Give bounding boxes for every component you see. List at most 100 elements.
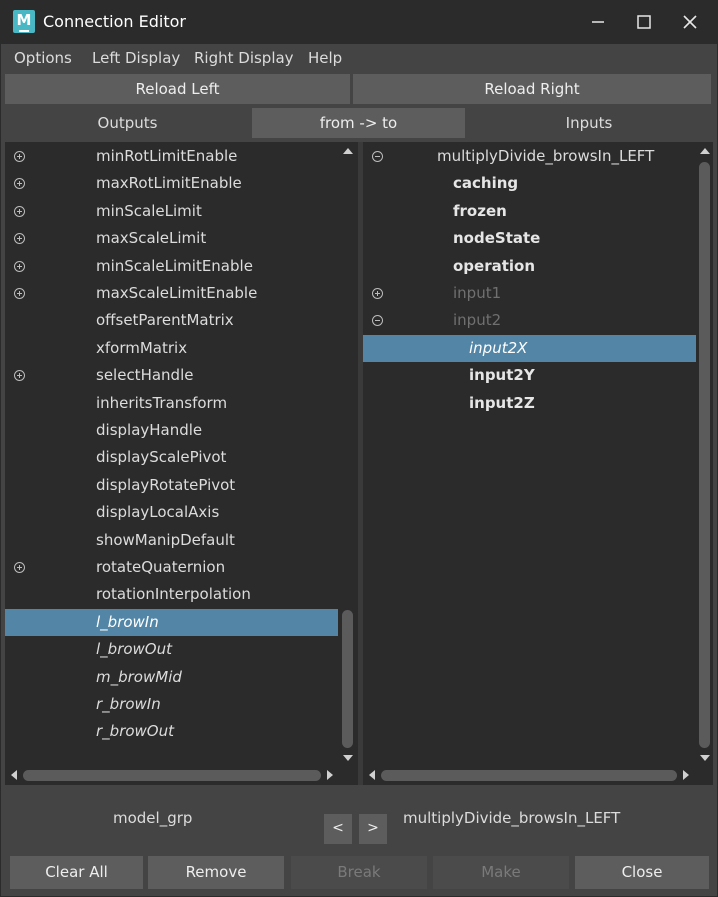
menu-right-display[interactable]: Right Display xyxy=(194,49,294,67)
menu-left-display[interactable]: Left Display xyxy=(92,49,180,67)
output-attribute-label: displayLocalAxis xyxy=(96,503,220,522)
output-attribute-row[interactable]: displayRotatePivot xyxy=(5,472,338,499)
output-attribute-label: r_browIn xyxy=(96,695,161,713)
make-button[interactable]: Make xyxy=(433,856,569,889)
output-attribute-row[interactable]: m_browMid xyxy=(5,664,338,691)
output-attribute-row[interactable]: minScaleLimitEnable xyxy=(5,253,338,280)
inputs-list-panel[interactable]: multiplyDivide_browsIn_LEFTcaching frozen… xyxy=(363,142,713,785)
outputs-list-panel[interactable]: minRotLimitEnable maxRotLimitEnable minSca… xyxy=(5,142,358,785)
output-attribute-row[interactable]: rotateQuaternion xyxy=(5,554,338,581)
input-attribute-row[interactable]: caching xyxy=(363,170,696,197)
close-icon xyxy=(683,15,697,29)
expand-plus-icon[interactable] xyxy=(14,562,25,573)
output-attribute-row[interactable]: displayLocalAxis xyxy=(5,499,338,526)
minimize-button[interactable] xyxy=(575,1,621,44)
collapse-minus-icon[interactable] xyxy=(372,315,383,327)
input-attribute-row[interactable]: operation xyxy=(363,253,696,280)
input-attribute-label: multiplyDivide_browsIn_LEFT xyxy=(437,147,655,165)
output-attribute-label: maxScaleLimitEnable xyxy=(96,284,258,302)
input-attribute-row[interactable]: multiplyDivide_browsIn_LEFT xyxy=(363,143,696,170)
input-attribute-label: operation xyxy=(453,256,536,275)
input-attribute-row[interactable]: input2 xyxy=(363,307,696,334)
output-attribute-row[interactable]: maxScaleLimit xyxy=(5,225,338,252)
minimize-icon xyxy=(592,21,604,23)
title-bar[interactable]: M Connection Editor xyxy=(1,1,717,44)
previous-node-button[interactable]: < xyxy=(324,814,352,844)
output-attribute-row[interactable]: displayHandle xyxy=(5,417,338,444)
input-attribute-label: caching xyxy=(453,174,519,193)
input-attribute-row[interactable]: input2X xyxy=(363,334,696,362)
collapse-minus-icon[interactable] xyxy=(372,151,383,162)
input-attribute-row[interactable]: input2Z xyxy=(363,390,696,417)
output-attribute-row[interactable]: showManipDefault xyxy=(5,527,338,554)
remove-button[interactable]: Remove xyxy=(148,856,284,889)
output-attribute-label: maxRotLimitEnable xyxy=(96,174,242,193)
left-horizontal-scroll-thumb[interactable] xyxy=(23,770,321,781)
left-horizontal-scrollbar[interactable] xyxy=(5,767,340,783)
output-attribute-row[interactable]: r_browIn xyxy=(5,691,338,718)
expand-plus-icon[interactable] xyxy=(14,151,25,162)
left-vertical-scroll-thumb[interactable] xyxy=(342,610,353,748)
input-attribute-label: input1 xyxy=(453,284,502,302)
output-attribute-row[interactable]: r_browOut xyxy=(5,718,338,745)
input-attribute-row[interactable]: nodeState xyxy=(363,225,696,252)
output-attribute-label: selectHandle xyxy=(96,366,194,385)
output-attribute-row[interactable]: offsetParentMatrix xyxy=(5,307,338,334)
scroll-up-arrow-icon[interactable] xyxy=(700,148,710,154)
expand-plus-icon[interactable] xyxy=(14,178,25,190)
output-attribute-row[interactable]: minScaleLimit xyxy=(5,198,338,225)
menu-help[interactable]: Help xyxy=(308,49,342,67)
expand-plus-icon[interactable] xyxy=(14,205,25,217)
scroll-up-arrow-icon[interactable] xyxy=(343,148,353,154)
input-attribute-row[interactable]: input1 xyxy=(363,280,696,307)
next-node-button[interactable]: > xyxy=(359,814,387,844)
right-horizontal-scroll-thumb[interactable] xyxy=(381,770,677,781)
output-attribute-row[interactable]: l_browOut xyxy=(5,636,338,663)
menu-options[interactable]: Options xyxy=(14,49,72,67)
right-horizontal-scrollbar[interactable] xyxy=(363,767,697,783)
output-attribute-row[interactable]: maxScaleLimitEnable xyxy=(5,280,338,307)
output-attribute-label: xformMatrix xyxy=(96,338,188,357)
output-attribute-label: displayRotatePivot xyxy=(96,475,236,494)
output-attribute-row[interactable]: rotationInterpolation xyxy=(5,581,338,608)
output-attribute-row[interactable]: maxRotLimitEnable xyxy=(5,170,338,197)
output-attribute-row[interactable]: xformMatrix xyxy=(5,335,338,362)
output-attribute-row[interactable]: selectHandle xyxy=(5,362,338,389)
scroll-down-arrow-icon[interactable] xyxy=(343,755,353,761)
output-attribute-row[interactable]: minRotLimitEnable xyxy=(5,143,338,170)
output-attribute-label: r_browOut xyxy=(96,722,174,741)
output-attribute-row[interactable]: inheritsTransform xyxy=(5,390,338,417)
expand-plus-icon[interactable] xyxy=(14,233,25,245)
expand-plus-icon[interactable] xyxy=(14,370,25,382)
right-vertical-scroll-thumb[interactable] xyxy=(699,162,710,748)
input-attribute-row[interactable]: frozen xyxy=(363,198,696,225)
tab-outputs[interactable]: Outputs xyxy=(5,108,250,138)
right-vertical-scrollbar[interactable] xyxy=(697,142,713,767)
clear-all-button[interactable]: Clear All xyxy=(10,856,143,889)
scroll-down-arrow-icon[interactable] xyxy=(700,755,710,761)
reload-right-button[interactable]: Reload Right xyxy=(353,74,711,104)
window-title: Connection Editor xyxy=(43,12,186,31)
output-attribute-label: minScaleLimit xyxy=(96,201,202,220)
output-attribute-label: displayHandle xyxy=(96,421,203,439)
close-button[interactable]: Close xyxy=(575,856,709,889)
scroll-left-arrow-icon[interactable] xyxy=(369,770,375,780)
reload-left-button[interactable]: Reload Left xyxy=(5,74,350,104)
output-attribute-row[interactable]: displayScalePivot xyxy=(5,444,338,471)
scroll-left-arrow-icon[interactable] xyxy=(11,770,17,780)
expand-plus-icon[interactable] xyxy=(14,260,25,272)
tab-inputs[interactable]: Inputs xyxy=(467,108,711,138)
scroll-right-arrow-icon[interactable] xyxy=(327,770,333,780)
output-attribute-label: m_browMid xyxy=(96,667,182,686)
input-attribute-label: input2X xyxy=(469,338,528,357)
scroll-right-arrow-icon[interactable] xyxy=(683,770,689,780)
expand-plus-icon[interactable] xyxy=(372,288,383,299)
left-vertical-scrollbar[interactable] xyxy=(340,142,356,767)
close-window-button[interactable] xyxy=(667,1,713,44)
tab-from-to[interactable]: from -> to xyxy=(252,108,465,138)
expand-plus-icon[interactable] xyxy=(14,288,25,299)
maximize-button[interactable] xyxy=(621,1,667,44)
break-button[interactable]: Break xyxy=(291,856,427,889)
output-attribute-row[interactable]: l_browIn xyxy=(5,608,338,636)
input-attribute-row[interactable]: input2Y xyxy=(363,362,696,389)
